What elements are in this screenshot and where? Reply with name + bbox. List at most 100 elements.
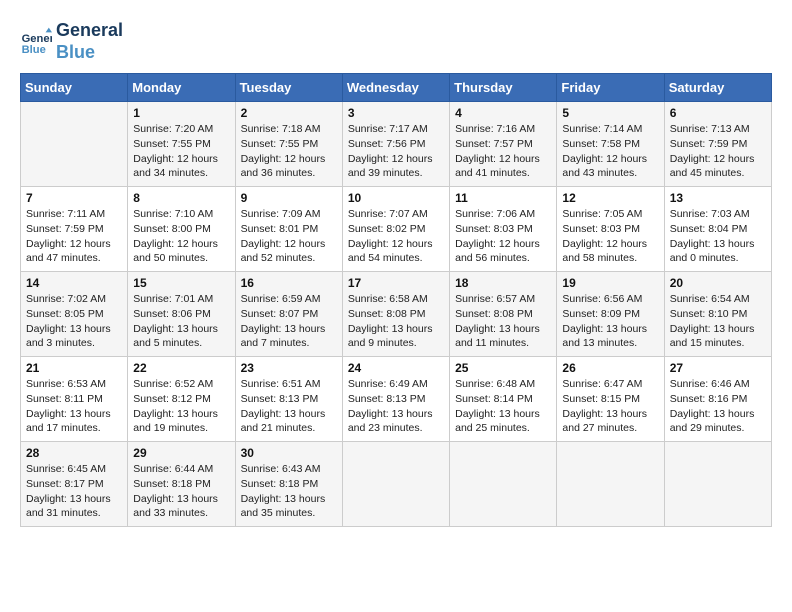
calendar-cell: 16 Sunrise: 6:59 AMSunset: 8:07 PMDayligh… bbox=[235, 272, 342, 357]
calendar-cell: 9 Sunrise: 7:09 AMSunset: 8:01 PMDaylight… bbox=[235, 187, 342, 272]
calendar-cell: 19Sunrise: 6:56 AMSunset: 8:09 PMDayligh… bbox=[557, 272, 664, 357]
calendar-week-row: 28 Sunrise: 6:45 AMSunset: 8:17 PMDayligh… bbox=[21, 442, 772, 527]
calendar-cell: 24 Sunrise: 6:49 AMSunset: 8:13 PMDayligh… bbox=[342, 357, 449, 442]
day-info: Sunrise: 7:02 AMSunset: 8:05 PMDaylight:… bbox=[26, 292, 122, 351]
day-number: 21 bbox=[26, 361, 122, 375]
calendar-cell: 15 Sunrise: 7:01 AMSunset: 8:06 PMDayligh… bbox=[128, 272, 235, 357]
calendar-cell: 29 Sunrise: 6:44 AMSunset: 8:18 PMDayligh… bbox=[128, 442, 235, 527]
day-info: Sunrise: 7:11 AMSunset: 7:59 PMDaylight:… bbox=[26, 207, 122, 266]
calendar-cell: 14 Sunrise: 7:02 AMSunset: 8:05 PMDayligh… bbox=[21, 272, 128, 357]
calendar-cell: 4 Sunrise: 7:16 AMSunset: 7:57 PMDaylight… bbox=[450, 102, 557, 187]
calendar-cell: 20 Sunrise: 6:54 AMSunset: 8:10 PMDayligh… bbox=[664, 272, 771, 357]
calendar-cell: 18 Sunrise: 6:57 AMSunset: 8:08 PMDayligh… bbox=[450, 272, 557, 357]
day-info: Sunrise: 6:43 AMSunset: 8:18 PMDaylight:… bbox=[241, 462, 337, 521]
calendar-cell: 8 Sunrise: 7:10 AMSunset: 8:00 PMDaylight… bbox=[128, 187, 235, 272]
day-number: 12 bbox=[562, 191, 658, 205]
day-info: Sunrise: 6:44 AMSunset: 8:18 PMDaylight:… bbox=[133, 462, 229, 521]
calendar-cell: 25Sunrise: 6:48 AMSunset: 8:14 PMDayligh… bbox=[450, 357, 557, 442]
day-number: 29 bbox=[133, 446, 229, 460]
day-number: 15 bbox=[133, 276, 229, 290]
day-number: 28 bbox=[26, 446, 122, 460]
day-info: Sunrise: 6:54 AMSunset: 8:10 PMDaylight:… bbox=[670, 292, 766, 351]
day-number: 7 bbox=[26, 191, 122, 205]
calendar-cell bbox=[664, 442, 771, 527]
calendar-week-row: 1Sunrise: 7:20 AMSunset: 7:55 PMDaylight… bbox=[21, 102, 772, 187]
calendar-cell bbox=[450, 442, 557, 527]
day-info: Sunrise: 6:58 AMSunset: 8:08 PMDaylight:… bbox=[348, 292, 444, 351]
day-info: Sunrise: 7:10 AMSunset: 8:00 PMDaylight:… bbox=[133, 207, 229, 266]
column-header-sunday: Sunday bbox=[21, 74, 128, 102]
day-number: 20 bbox=[670, 276, 766, 290]
day-info: Sunrise: 7:06 AMSunset: 8:03 PMDaylight:… bbox=[455, 207, 551, 266]
day-info: Sunrise: 7:14 AMSunset: 7:58 PMDaylight:… bbox=[562, 122, 658, 181]
calendar-cell bbox=[342, 442, 449, 527]
day-number: 18 bbox=[455, 276, 551, 290]
calendar-cell: 5 Sunrise: 7:14 AMSunset: 7:58 PMDaylight… bbox=[557, 102, 664, 187]
logo: General Blue General Blue bbox=[20, 20, 123, 63]
day-number: 1 bbox=[133, 106, 229, 120]
day-info: Sunrise: 7:07 AMSunset: 8:02 PMDaylight:… bbox=[348, 207, 444, 266]
day-number: 14 bbox=[26, 276, 122, 290]
day-info: Sunrise: 6:49 AMSunset: 8:13 PMDaylight:… bbox=[348, 377, 444, 436]
page-header: General Blue General Blue bbox=[20, 20, 772, 63]
day-number: 4 bbox=[455, 106, 551, 120]
column-header-tuesday: Tuesday bbox=[235, 74, 342, 102]
calendar-cell: 28 Sunrise: 6:45 AMSunset: 8:17 PMDayligh… bbox=[21, 442, 128, 527]
day-number: 16 bbox=[241, 276, 337, 290]
logo-text: General Blue bbox=[56, 20, 123, 63]
calendar-cell: 26 Sunrise: 6:47 AMSunset: 8:15 PMDayligh… bbox=[557, 357, 664, 442]
svg-text:General: General bbox=[22, 33, 52, 45]
calendar-week-row: 21 Sunrise: 6:53 AMSunset: 8:11 PMDayligh… bbox=[21, 357, 772, 442]
day-number: 25 bbox=[455, 361, 551, 375]
calendar-cell: 17Sunrise: 6:58 AMSunset: 8:08 PMDayligh… bbox=[342, 272, 449, 357]
calendar-table: SundayMondayTuesdayWednesdayThursdayFrid… bbox=[20, 73, 772, 527]
day-info: Sunrise: 6:46 AMSunset: 8:16 PMDaylight:… bbox=[670, 377, 766, 436]
day-number: 13 bbox=[670, 191, 766, 205]
calendar-cell: 23Sunrise: 6:51 AMSunset: 8:13 PMDayligh… bbox=[235, 357, 342, 442]
calendar-cell: 10 Sunrise: 7:07 AMSunset: 8:02 PMDayligh… bbox=[342, 187, 449, 272]
day-info: Sunrise: 7:13 AMSunset: 7:59 PMDaylight:… bbox=[670, 122, 766, 181]
calendar-cell: 1Sunrise: 7:20 AMSunset: 7:55 PMDaylight… bbox=[128, 102, 235, 187]
calendar-cell: 12 Sunrise: 7:05 AMSunset: 8:03 PMDayligh… bbox=[557, 187, 664, 272]
day-number: 27 bbox=[670, 361, 766, 375]
day-info: Sunrise: 6:45 AMSunset: 8:17 PMDaylight:… bbox=[26, 462, 122, 521]
column-header-monday: Monday bbox=[128, 74, 235, 102]
day-number: 9 bbox=[241, 191, 337, 205]
day-info: Sunrise: 6:47 AMSunset: 8:15 PMDaylight:… bbox=[562, 377, 658, 436]
calendar-cell: 6Sunrise: 7:13 AMSunset: 7:59 PMDaylight… bbox=[664, 102, 771, 187]
day-info: Sunrise: 7:05 AMSunset: 8:03 PMDaylight:… bbox=[562, 207, 658, 266]
day-info: Sunrise: 7:16 AMSunset: 7:57 PMDaylight:… bbox=[455, 122, 551, 181]
calendar-cell: 7 Sunrise: 7:11 AMSunset: 7:59 PMDaylight… bbox=[21, 187, 128, 272]
svg-text:Blue: Blue bbox=[22, 44, 46, 56]
day-number: 24 bbox=[348, 361, 444, 375]
day-number: 5 bbox=[562, 106, 658, 120]
day-info: Sunrise: 7:18 AMSunset: 7:55 PMDaylight:… bbox=[241, 122, 337, 181]
calendar-cell: 2 Sunrise: 7:18 AMSunset: 7:55 PMDaylight… bbox=[235, 102, 342, 187]
day-number: 8 bbox=[133, 191, 229, 205]
day-number: 10 bbox=[348, 191, 444, 205]
day-number: 11 bbox=[455, 191, 551, 205]
calendar-cell: 13 Sunrise: 7:03 AMSunset: 8:04 PMDayligh… bbox=[664, 187, 771, 272]
calendar-cell bbox=[21, 102, 128, 187]
day-info: Sunrise: 7:17 AMSunset: 7:56 PMDaylight:… bbox=[348, 122, 444, 181]
day-info: Sunrise: 6:59 AMSunset: 8:07 PMDaylight:… bbox=[241, 292, 337, 351]
day-info: Sunrise: 7:01 AMSunset: 8:06 PMDaylight:… bbox=[133, 292, 229, 351]
day-number: 22 bbox=[133, 361, 229, 375]
calendar-cell: 30Sunrise: 6:43 AMSunset: 8:18 PMDayligh… bbox=[235, 442, 342, 527]
logo-icon: General Blue bbox=[20, 26, 52, 58]
column-header-thursday: Thursday bbox=[450, 74, 557, 102]
day-number: 23 bbox=[241, 361, 337, 375]
calendar-cell bbox=[557, 442, 664, 527]
calendar-week-row: 14 Sunrise: 7:02 AMSunset: 8:05 PMDayligh… bbox=[21, 272, 772, 357]
day-number: 19 bbox=[562, 276, 658, 290]
day-number: 26 bbox=[562, 361, 658, 375]
calendar-cell: 21 Sunrise: 6:53 AMSunset: 8:11 PMDayligh… bbox=[21, 357, 128, 442]
column-header-friday: Friday bbox=[557, 74, 664, 102]
day-info: Sunrise: 6:53 AMSunset: 8:11 PMDaylight:… bbox=[26, 377, 122, 436]
day-info: Sunrise: 7:09 AMSunset: 8:01 PMDaylight:… bbox=[241, 207, 337, 266]
day-info: Sunrise: 6:57 AMSunset: 8:08 PMDaylight:… bbox=[455, 292, 551, 351]
day-info: Sunrise: 7:03 AMSunset: 8:04 PMDaylight:… bbox=[670, 207, 766, 266]
day-number: 2 bbox=[241, 106, 337, 120]
column-header-saturday: Saturday bbox=[664, 74, 771, 102]
calendar-header: SundayMondayTuesdayWednesdayThursdayFrid… bbox=[21, 74, 772, 102]
